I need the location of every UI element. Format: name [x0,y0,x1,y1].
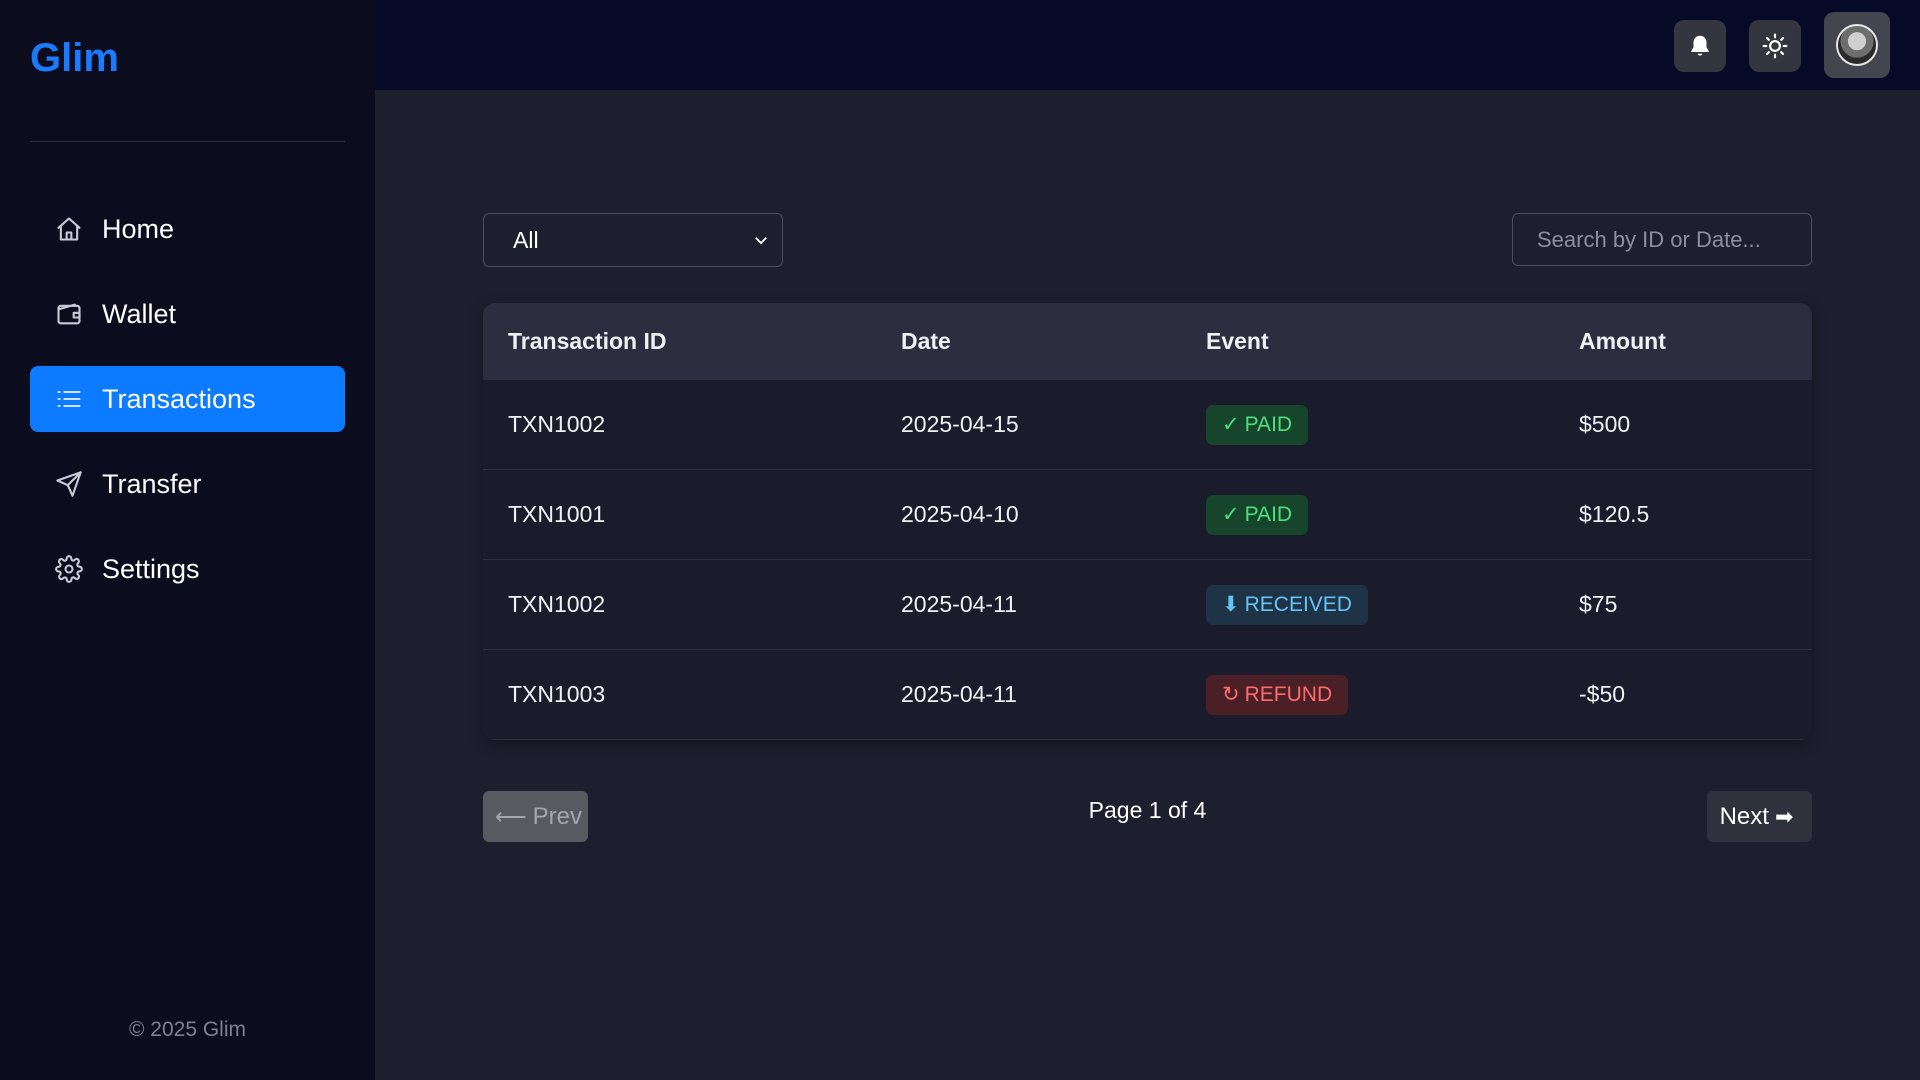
transaction-date: 2025-04-11 [901,681,1017,707]
status-badge-label: PAID [1244,502,1293,526]
sidebar-item-transfer[interactable]: Transfer [30,451,345,517]
table-row[interactable]: TXN1001 2025-04-10 ✓ PAID $120.5 [483,470,1812,560]
sidebar-item-label: Home [102,213,175,244]
arrow-down-icon: ⬇ [1222,593,1240,616]
status-badge-label: RECEIVED [1244,592,1352,616]
column-header-amount[interactable]: Amount [1579,328,1666,355]
next-label: Next [1719,802,1769,830]
prev-page-button[interactable]: ⟵ Prev [483,791,588,842]
next-page-button[interactable]: Next ➡ [1707,791,1812,842]
sidebar-item-label: Transactions [102,383,256,414]
check-icon: ✓ [1222,503,1240,526]
sidebar: Glim Home Wallet Transactions Transfer S… [0,0,375,1080]
transaction-amount: $500 [1579,411,1631,437]
sidebar-item-transactions[interactable]: Transactions [30,366,345,432]
arrow-right-icon: ➡ [1774,803,1794,829]
transaction-date: 2025-04-10 [901,501,1019,527]
theme-toggle-button[interactable] [1749,20,1801,72]
sidebar-item-settings[interactable]: Settings [30,536,345,602]
avatar [1836,24,1878,66]
page-info: Page 1 of 4 [1088,797,1207,823]
prev-label: Prev [532,802,582,830]
event-filter-value: All [513,226,539,253]
chevron-down-icon [755,237,767,245]
gear-icon [54,554,84,584]
notifications-button[interactable] [1674,20,1726,72]
status-badge: ↻ REFUND [1206,674,1349,715]
transaction-id: TXN1002 [508,411,606,437]
sidebar-item-wallet[interactable]: Wallet [30,281,345,347]
home-icon [54,214,84,244]
sidebar-item-label: Settings [102,553,200,584]
search-input[interactable] [1512,213,1812,266]
table-header: Transaction ID Date Event Amount [483,303,1812,380]
transaction-id: TXN1002 [508,591,606,617]
event-filter-select[interactable]: All [483,213,783,267]
table-row[interactable]: TXN1003 2025-04-11 ↻ REFUND -$50 [483,650,1812,740]
profile-button[interactable] [1824,12,1890,78]
bell-icon [1691,35,1709,56]
event-badge: ✓ PAID [1206,494,1309,535]
sidebar-item-home[interactable]: Home [30,196,345,262]
transactions-table: Transaction ID Date Event Amount TXN1002… [483,303,1812,740]
sun-icon [1762,33,1788,59]
column-header-transaction-id[interactable]: Transaction ID [508,328,666,355]
event-badge: ⬇ RECEIVED [1206,584,1368,625]
transaction-date: 2025-04-15 [901,411,1019,437]
transaction-amount: $75 [1579,591,1618,617]
transaction-amount: -$50 [1579,681,1626,707]
list-icon [54,384,84,414]
copyright-text: © 2025 Glim [128,1018,247,1041]
table-row[interactable]: TXN1002 2025-04-11 ⬇ RECEIVED $75 [483,560,1812,650]
check-icon: ✓ [1222,413,1240,436]
column-header-date[interactable]: Date [901,328,951,355]
status-badge-label: PAID [1244,412,1293,436]
table-row[interactable]: TXN1002 2025-04-15 ✓ PAID $500 [483,380,1812,470]
column-header-event[interactable]: Event [1206,328,1269,355]
sidebar-divider [30,141,345,142]
status-badge: ✓ PAID [1206,404,1309,445]
transaction-amount: $120.5 [1579,501,1650,527]
brand-logo[interactable]: Glim [30,36,119,81]
event-badge: ↻ REFUND [1206,674,1349,715]
status-badge: ⬇ RECEIVED [1206,584,1368,625]
sidebar-item-label: Transfer [102,468,202,499]
status-badge: ✓ PAID [1206,494,1309,535]
refresh-icon: ↻ [1222,683,1240,706]
transaction-id: TXN1003 [508,681,606,707]
sidebar-item-label: Wallet [102,298,177,329]
send-icon [54,469,84,499]
arrow-left-icon: ⟵ [495,803,527,829]
transaction-id: TXN1001 [508,501,606,527]
event-badge: ✓ PAID [1206,404,1309,445]
wallet-icon [54,299,84,329]
status-badge-label: REFUND [1244,682,1333,706]
transaction-date: 2025-04-11 [901,591,1017,617]
